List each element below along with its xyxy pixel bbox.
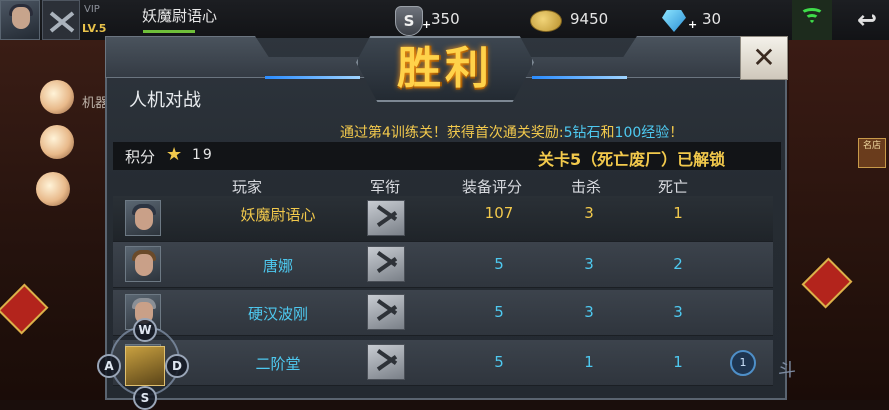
vip-label: VIP [84, 4, 100, 15]
wifi-icon [792, 0, 832, 40]
d-key[interactable]: D [165, 354, 189, 378]
gear-score: 5 [494, 353, 504, 371]
silver-value: 350 [431, 10, 460, 28]
player-name: 妖魔尉语心 [142, 7, 218, 25]
table-row[interactable]: 妖魔尉语心 107 3 1 [113, 196, 773, 242]
gold-resource[interactable]: 9450 [530, 10, 630, 32]
player-name: 二阶堂 [255, 355, 301, 373]
w-key[interactable]: W [133, 318, 157, 342]
mode-title: 人机对战 [129, 90, 201, 111]
gold-coin-icon [530, 10, 562, 32]
column-header-player: 玩家 [232, 178, 263, 196]
level-label: LV.5 [82, 22, 107, 35]
score-label: 积分 [125, 148, 156, 166]
kills: 3 [584, 204, 594, 222]
lantern-icon [40, 80, 74, 114]
street-scene-right [789, 40, 889, 400]
diamond-value: 30 [702, 10, 722, 28]
header-glow-left [265, 76, 360, 79]
gear-score: 107 [484, 204, 514, 222]
player-number-badge: 1 [730, 350, 756, 376]
side-label: 斗 [778, 360, 796, 381]
s-key[interactable]: S [133, 386, 157, 410]
rank-icon [367, 344, 405, 380]
lantern-icon [36, 172, 70, 206]
a-key[interactable]: A [97, 354, 121, 378]
deaths: 1 [673, 204, 683, 222]
weapon-slot-icon[interactable] [125, 346, 165, 386]
column-header-rank: 军衔 [370, 178, 401, 196]
silver-shield-icon: S [395, 6, 423, 36]
victory-title: 胜利 [397, 43, 493, 94]
diamond-resource[interactable]: + 30 [662, 10, 742, 32]
first-clear-reward: 通过第4训练关！获得首次通关奖励:5钻石和100经验！ [340, 125, 684, 141]
gear-score: 5 [494, 303, 504, 321]
player-avatar[interactable] [0, 0, 40, 40]
score-value: 19 [192, 147, 214, 163]
star-icon: ★ [166, 144, 183, 165]
diamond-icon [662, 10, 686, 32]
stage-unlock-notice: 关卡5（死亡废厂）已解锁 [538, 150, 726, 169]
kills: 1 [584, 353, 594, 371]
deaths: 3 [673, 303, 683, 321]
column-header-kills: 击杀 [571, 178, 602, 196]
deaths: 2 [673, 255, 683, 273]
gear-score: 5 [494, 255, 504, 273]
kills: 3 [584, 255, 594, 273]
rank-icon [42, 0, 80, 40]
shop-sign: 名店 [858, 138, 886, 168]
silver-resource[interactable]: S + 350 [395, 6, 475, 36]
lantern-icon [40, 125, 74, 159]
header-glow-right [532, 76, 627, 79]
table-row[interactable]: 唐娜 5 3 2 [113, 242, 773, 288]
player-name: 硬汉波刚 [247, 305, 308, 323]
deaths: 1 [673, 353, 683, 371]
gold-value: 9450 [570, 10, 609, 28]
player-avatar [125, 246, 161, 282]
player-name: 妖魔尉语心 [240, 206, 316, 224]
xp-bar [143, 30, 195, 33]
table-row[interactable]: 二阶堂 5 1 1 1 [113, 340, 773, 386]
column-header-gear-score: 装备评分 [462, 178, 523, 196]
back-button[interactable]: ↩ [845, 0, 889, 40]
player-avatar [125, 200, 161, 236]
column-header-deaths: 死亡 [658, 178, 689, 196]
table-row[interactable]: 硬汉波刚 5 3 3 [113, 290, 773, 336]
rank-icon [367, 200, 405, 236]
rank-icon [367, 294, 405, 330]
rank-icon [367, 246, 405, 282]
movement-joystick[interactable]: W A D S [95, 318, 195, 410]
player-name: 唐娜 [262, 257, 293, 275]
close-button[interactable]: ✕ [740, 36, 788, 80]
kills: 3 [584, 303, 594, 321]
